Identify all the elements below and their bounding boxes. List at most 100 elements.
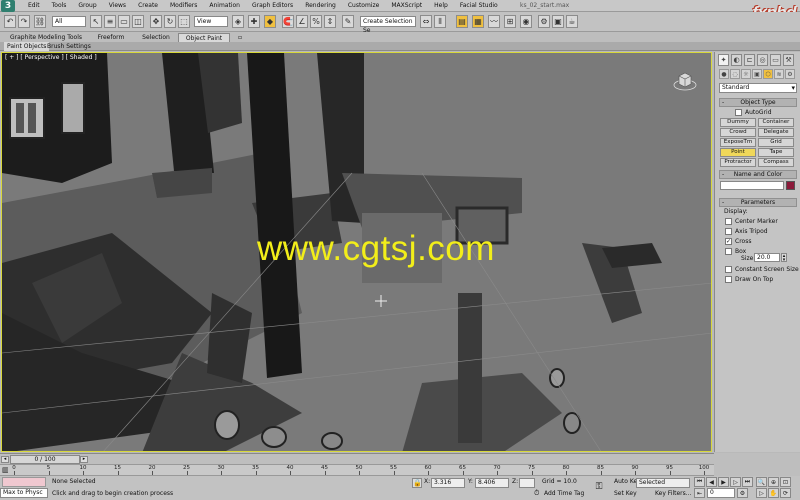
tab-selection[interactable]: Selection: [138, 33, 174, 42]
helpers-icon[interactable]: ⬡: [763, 69, 773, 79]
selection-filter-dropdown[interactable]: All: [52, 16, 86, 27]
key-mode-dropdown[interactable]: Selected: [636, 478, 690, 488]
maxscript-output[interactable]: [2, 477, 46, 487]
utilities-tab-icon[interactable]: ⚒: [783, 54, 794, 66]
spacewarps-icon[interactable]: ≋: [774, 69, 784, 79]
menu-item-create[interactable]: Create: [132, 0, 164, 12]
ref-coord-dropdown[interactable]: View: [194, 16, 228, 27]
next-frame-button-icon[interactable]: ▷: [730, 477, 741, 487]
hierarchy-tab-icon[interactable]: ⊏: [744, 54, 755, 66]
snap-icon[interactable]: 🧲: [282, 15, 294, 28]
menu-item-views[interactable]: Views: [103, 0, 132, 12]
x-coordinate-field[interactable]: 3.316: [431, 478, 465, 488]
autogrid-checkbox[interactable]: AutoGrid: [735, 108, 772, 117]
render-setup-icon[interactable]: ⚙: [538, 15, 550, 28]
display-tab-icon[interactable]: ▭: [770, 54, 781, 66]
add-time-tag[interactable]: Add Time Tag: [544, 489, 584, 499]
mirror-icon[interactable]: ⇔: [420, 15, 432, 28]
subtab-brush-settings[interactable]: Brush Settings: [44, 42, 94, 51]
previous-frame-icon[interactable]: ◀: [706, 477, 717, 487]
scale-icon[interactable]: ⬚: [178, 15, 190, 28]
delegate-button[interactable]: Delegate: [758, 128, 794, 137]
create-tab-icon[interactable]: ✦: [718, 54, 729, 66]
redo-icon[interactable]: ↷: [18, 15, 30, 28]
time-tag-icon[interactable]: ⏱: [534, 489, 542, 498]
schematic-view-icon[interactable]: ⊞: [504, 15, 516, 28]
key-filters-button[interactable]: Key Filters...: [655, 489, 692, 499]
container-button[interactable]: Container: [758, 118, 794, 127]
exposetm-button[interactable]: ExposeTm: [720, 138, 756, 147]
prev-frame-icon[interactable]: ◂: [1, 456, 9, 463]
grid-button[interactable]: Grid: [758, 138, 794, 147]
tape-button[interactable]: Tape: [758, 148, 794, 157]
zoom-all-icon[interactable]: ⊕: [768, 477, 779, 487]
menu-item-help[interactable]: Help: [428, 0, 454, 12]
undo-icon[interactable]: ↶: [4, 15, 16, 28]
perspective-viewport[interactable]: [ + ] [ Perspective ] [ Shaded ] www.cgt…: [1, 52, 712, 452]
material-editor-icon[interactable]: ◉: [520, 15, 532, 28]
protractor-button[interactable]: Protractor: [720, 158, 756, 167]
menu-item-animation[interactable]: Animation: [203, 0, 246, 12]
pan-icon[interactable]: ✋: [768, 488, 779, 498]
time-configuration-icon[interactable]: ⚙: [737, 488, 748, 498]
rendered-frame-icon[interactable]: ▣: [552, 15, 564, 28]
keyboard-shortcut-icon[interactable]: ◆: [264, 15, 276, 28]
name-color-rollout[interactable]: Name and Color: [719, 170, 797, 179]
draw-on-top-checkbox[interactable]: Draw On Top: [725, 275, 773, 284]
orbit-icon[interactable]: ⟳: [780, 488, 791, 498]
go-to-start-icon[interactable]: ⏮: [694, 477, 705, 487]
object-color-swatch[interactable]: [786, 181, 795, 190]
named-selection-input[interactable]: Create Selection Se: [360, 16, 416, 34]
window-crossing-icon[interactable]: ◫: [132, 15, 144, 28]
center-marker-checkbox[interactable]: Center Marker: [725, 217, 778, 226]
render-production-icon[interactable]: ☕: [566, 15, 578, 28]
dummy-button[interactable]: Dummy: [720, 118, 756, 127]
axis-tripod-checkbox[interactable]: Axis Tripod: [725, 227, 768, 236]
curve-editor-icon[interactable]: 〰: [488, 15, 500, 28]
play-icon[interactable]: ▶: [718, 477, 729, 487]
current-frame-field[interactable]: 0: [707, 488, 735, 498]
motion-tab-icon[interactable]: ◎: [757, 54, 768, 66]
graphite-toggle-icon[interactable]: ▦: [472, 15, 484, 28]
menu-item-graph-editors[interactable]: Graph Editors: [246, 0, 299, 12]
viewcube-icon[interactable]: [673, 69, 697, 93]
select-by-name-icon[interactable]: ≡: [104, 15, 116, 28]
geometry-icon[interactable]: ●: [719, 69, 729, 79]
tab-freeform[interactable]: Freeform: [92, 33, 130, 42]
edit-named-sets-icon[interactable]: ✎: [342, 15, 354, 28]
z-coordinate-field[interactable]: [519, 478, 535, 488]
cross-checkbox[interactable]: ✓ Cross: [725, 237, 751, 246]
time-slider[interactable]: 0 / 100: [10, 455, 80, 464]
go-to-end-icon[interactable]: ⏭: [742, 477, 753, 487]
tab-object-paint[interactable]: Object Paint: [178, 33, 230, 42]
constant-screen-size-checkbox[interactable]: Constant Screen Size: [725, 265, 799, 274]
pivot-icon[interactable]: ◈: [232, 15, 244, 28]
zoom-extents-icon[interactable]: ⊡: [780, 477, 791, 487]
shapes-icon[interactable]: ◌: [730, 69, 740, 79]
link-icon[interactable]: ⛓: [34, 15, 46, 28]
key-icon[interactable]: ⚿: [592, 481, 606, 493]
align-icon[interactable]: ⫴: [434, 15, 446, 28]
menu-item-rendering[interactable]: Rendering: [299, 0, 342, 12]
select-object-icon[interactable]: ↖: [90, 15, 102, 28]
menu-item-edit[interactable]: Edit: [22, 0, 46, 12]
tab-graphite-modeling-tools[interactable]: Graphite Modeling Tools: [10, 33, 82, 42]
menu-item-maxscript[interactable]: MAXScript: [385, 0, 428, 12]
size-spinner[interactable]: 20.0: [754, 253, 780, 262]
cameras-icon[interactable]: ▣: [752, 69, 762, 79]
y-coordinate-field[interactable]: 8.406: [475, 478, 509, 488]
mini-curve-editor-icon[interactable]: ▥: [2, 466, 12, 475]
size-spinner-arrows-icon[interactable]: ▴ ▾: [781, 253, 787, 263]
modify-tab-icon[interactable]: ◐: [731, 54, 742, 66]
category-dropdown[interactable]: Standard: [719, 83, 797, 93]
angle-snap-icon[interactable]: ∠: [296, 15, 308, 28]
ribbon-minimize-icon[interactable]: ▫: [234, 33, 246, 42]
menu-item-facial-studio[interactable]: Facial Studio: [454, 0, 504, 12]
parameters-rollout[interactable]: Parameters: [719, 198, 797, 207]
zoom-icon[interactable]: 🔍: [756, 477, 767, 487]
point-button[interactable]: Point: [720, 148, 756, 157]
select-manipulate-icon[interactable]: ✚: [248, 15, 260, 28]
menu-item-group[interactable]: Group: [72, 0, 102, 12]
object-type-rollout[interactable]: Object Type: [719, 98, 797, 107]
layer-manager-icon[interactable]: ▤: [456, 15, 468, 28]
